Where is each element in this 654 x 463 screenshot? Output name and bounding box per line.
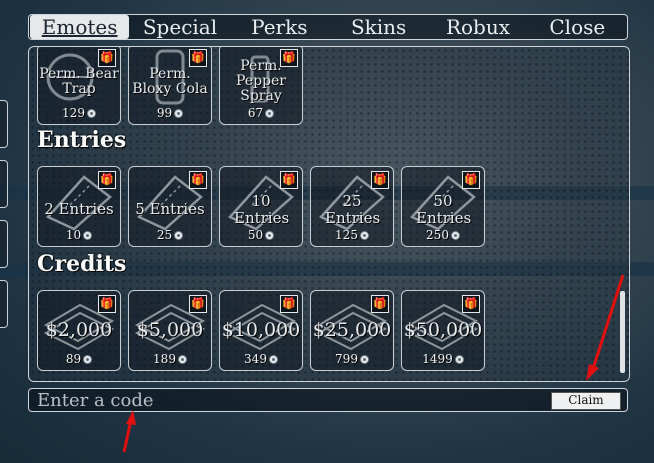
item-name: Perm. Bloxy Cola <box>132 66 208 97</box>
item-price: 250 <box>402 229 484 242</box>
shop-item-card[interactable]: 🎁 5 Entries 25 <box>128 166 212 247</box>
side-menu-tab[interactable] <box>0 280 8 328</box>
item-name: 5 Entries <box>135 200 205 218</box>
coin-icon <box>265 231 275 240</box>
item-price: 50 <box>220 229 302 242</box>
shop-item-card[interactable]: 🎁 Perm. Pepper Spray 67 <box>219 47 303 125</box>
shop-item-card[interactable]: 🎁 $50,000 1499 <box>401 290 485 371</box>
coin-icon <box>86 109 96 118</box>
shop-item-card[interactable]: 🎁 $2,000 89 <box>37 290 121 371</box>
coin-icon <box>174 231 184 240</box>
section-title-credits: Credits <box>37 251 127 277</box>
gift-icon[interactable]: 🎁 <box>280 295 298 313</box>
item-price: 1499 <box>402 353 484 366</box>
item-name: $25,000 <box>312 319 392 341</box>
gift-icon[interactable]: 🎁 <box>189 49 207 67</box>
shop-item-card[interactable]: 🎁 10 Entries 50 <box>219 166 303 247</box>
item-name: $50,000 <box>403 319 483 341</box>
gift-icon[interactable]: 🎁 <box>189 171 207 189</box>
item-name: 25 Entries <box>325 192 381 227</box>
gift-icon[interactable]: 🎁 <box>189 295 207 313</box>
tab-special[interactable]: Special <box>130 15 229 39</box>
shop-item-card[interactable]: 🎁 Perm. Bloxy Cola 99 <box>128 47 212 125</box>
item-name: 50 Entries <box>416 192 472 227</box>
gift-icon[interactable]: 🎁 <box>462 295 480 313</box>
item-price: 89 <box>38 353 120 366</box>
coin-icon <box>177 355 187 364</box>
side-menu-tab[interactable] <box>0 220 8 268</box>
section-title-entries: Entries <box>37 127 127 153</box>
tab-robux[interactable]: Robux <box>428 15 527 39</box>
code-bar: Claim <box>28 388 628 412</box>
shop-tab-bar: Emotes Special Perks Skins Robux Close <box>28 14 628 40</box>
coin-icon <box>359 355 369 364</box>
item-name: Perm. Pepper Spray <box>236 58 286 104</box>
item-name: $5,000 <box>136 319 204 341</box>
item-price: 349 <box>220 353 302 366</box>
item-price: 129 <box>38 107 120 120</box>
gift-icon[interactable]: 🎁 <box>280 171 298 189</box>
item-price: 799 <box>311 353 393 366</box>
item-price: 67 <box>220 107 302 120</box>
shop-item-card[interactable]: 🎁 $5,000 189 <box>128 290 212 371</box>
gift-icon[interactable]: 🎁 <box>98 49 116 67</box>
item-price: 189 <box>129 353 211 366</box>
gift-icon[interactable]: 🎁 <box>371 295 389 313</box>
tab-emotes[interactable]: Emotes <box>30 15 130 39</box>
gift-icon[interactable]: 🎁 <box>98 171 116 189</box>
item-name: 10 Entries <box>234 192 290 227</box>
shop-item-card[interactable]: 🎁 $10,000 349 <box>219 290 303 371</box>
gift-icon[interactable]: 🎁 <box>462 171 480 189</box>
item-name: $10,000 <box>221 319 301 341</box>
gift-icon[interactable]: 🎁 <box>371 171 389 189</box>
coin-icon <box>83 355 93 364</box>
shop-item-panel[interactable]: 🎁 Perm. Bear Trap 129 🎁 Perm. Bloxy Cola… <box>28 46 630 382</box>
item-name: 2 Entries <box>44 200 114 218</box>
shop-item-card[interactable]: 🎁 2 Entries 10 <box>37 166 121 247</box>
item-price: 25 <box>129 229 211 242</box>
coin-icon <box>174 109 184 118</box>
item-name: $2,000 <box>45 319 113 341</box>
close-button[interactable]: Close <box>528 15 627 39</box>
coin-icon <box>265 109 275 118</box>
scrollbar[interactable] <box>620 291 625 373</box>
claim-button[interactable]: Claim <box>551 392 621 410</box>
code-input[interactable] <box>37 390 537 410</box>
coin-icon <box>83 231 93 240</box>
annotation-arrow-icon <box>122 410 136 453</box>
item-price: 10 <box>38 229 120 242</box>
side-menu-tab[interactable] <box>0 160 8 208</box>
shop-item-card[interactable]: 🎁 $25,000 799 <box>310 290 394 371</box>
item-price: 99 <box>129 107 211 120</box>
coin-icon <box>454 355 464 364</box>
coin-icon <box>268 355 278 364</box>
shop-item-card[interactable]: 🎁 50 Entries 250 <box>401 166 485 247</box>
tab-skins[interactable]: Skins <box>329 15 428 39</box>
coin-icon <box>450 231 460 240</box>
shop-item-card[interactable]: 🎁 Perm. Bear Trap 129 <box>37 47 121 125</box>
coin-icon <box>359 231 369 240</box>
shop-item-card[interactable]: 🎁 25 Entries 125 <box>310 166 394 247</box>
gift-icon[interactable]: 🎁 <box>98 295 116 313</box>
item-price: 125 <box>311 229 393 242</box>
tab-perks[interactable]: Perks <box>230 15 329 39</box>
side-menu-tab[interactable] <box>0 100 8 148</box>
item-name: Perm. Bear Trap <box>39 66 119 97</box>
